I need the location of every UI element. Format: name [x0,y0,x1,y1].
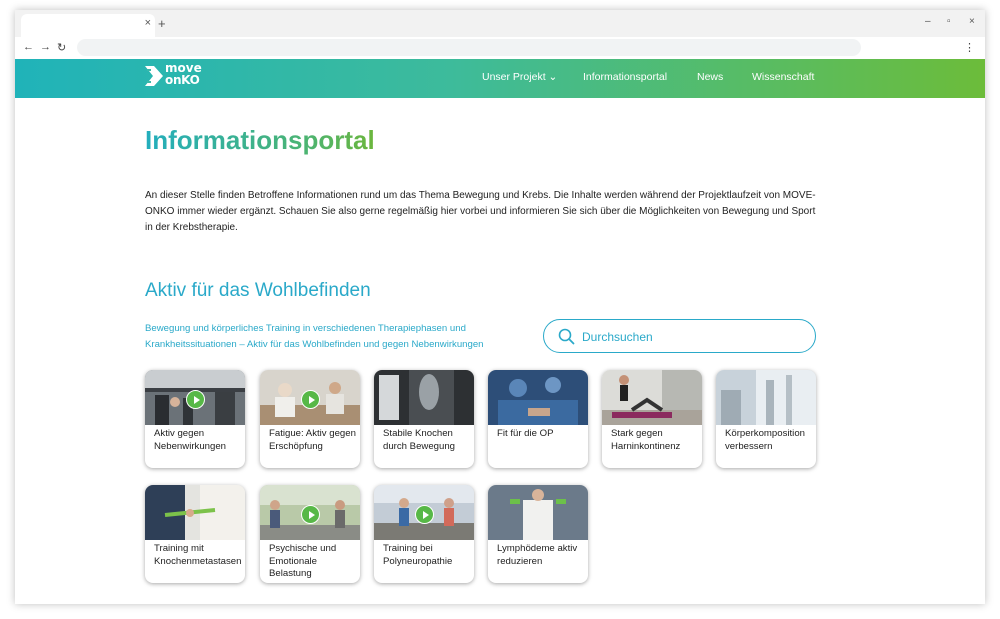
x-ray-image [374,370,474,425]
tab-strip: × + – ▫ × [15,10,985,37]
site-header: move onKO Unser Projekt ⌄ Informationspo… [15,59,985,98]
maximize-icon[interactable]: ▫ [947,16,951,27]
browser-tab[interactable]: × [21,14,155,37]
card-fatigue[interactable]: Fatigue: Aktiv gegen Erschöpfung [260,370,360,468]
card-aktiv-gegen-nebenwirkungen[interactable]: Aktiv gegen Nebenwirkungen [145,370,245,468]
play-video-icon[interactable] [301,390,320,409]
back-icon[interactable]: ← [23,41,34,53]
measurement-device-image [716,370,816,425]
card-label: Training bei Polyneuropathie [383,543,453,567]
card-polyneuropathie[interactable]: Training bei Polyneuropathie [374,485,474,583]
new-tab-icon[interactable]: + [158,16,166,31]
nav-news[interactable]: News [697,71,723,83]
intro-text: An dieser Stelle finden Betroffene Infor… [145,190,816,233]
url-input[interactable] [77,39,861,56]
minimize-icon[interactable]: – [925,16,931,27]
card-lymphoedeme[interactable]: Lymphödeme aktiv reduzieren [488,485,588,583]
card-psychische-belastung[interactable]: Psychische und Emotionale Belastung [260,485,360,583]
address-bar: ← → ↻ ⋮ [15,37,985,59]
card-harninkontinenz[interactable]: Stark gegen Harninkontinenz [602,370,702,468]
card-knochenmetastasen[interactable]: Training mit Knochenmetastasen [145,485,245,583]
card-label: Lymphödeme aktiv reduzieren [497,543,578,567]
nav-informationsportal[interactable]: Informationsportal [583,71,667,83]
card-koerperkomposition[interactable]: Körperkomposition verbessern [716,370,816,468]
tab-close-icon[interactable]: × [145,17,151,29]
card-fit-fuer-die-op[interactable]: Fit für die OP [488,370,588,468]
section-description: Bewegung und körperliches Training in ve… [145,323,484,350]
nav-wissenschaft[interactable]: Wissenschaft [752,71,814,83]
logo-arrow-icon [145,66,163,86]
nav-unser-projekt[interactable]: Unser Projekt ⌄ [482,71,557,83]
page-title: Informationsportal [145,125,375,155]
card-label: Stark gegen Harninkontinenz [611,428,681,452]
resistance-band-image [145,485,245,540]
card-stabile-knochen[interactable]: Stabile Knochen durch Bewegung [374,370,474,468]
surgery-image [488,370,588,425]
dumbbells-image [488,485,588,540]
browser-menu-icon[interactable]: ⋮ [964,41,975,54]
forward-icon[interactable]: → [40,41,51,53]
play-video-icon[interactable] [301,505,320,524]
pelvic-exercise-image [602,370,702,425]
card-label: Stabile Knochen durch Bewegung [383,428,456,452]
play-video-icon[interactable] [415,505,434,524]
card-label: Aktiv gegen Nebenwirkungen [154,428,226,452]
close-window-icon[interactable]: × [969,16,975,27]
card-label: Körperkomposition verbessern [725,428,805,452]
site-logo[interactable]: move onKO [145,62,215,89]
logo-text-bottom: onKO [165,73,200,87]
search-icon [558,328,575,345]
play-video-icon[interactable] [186,390,205,409]
search-placeholder: Durchsuchen [582,330,653,344]
card-label: Psychische und Emotionale Belastung [269,543,337,579]
card-label: Training mit Knochenmetastasen [154,543,242,567]
reload-icon[interactable]: ↻ [57,41,66,54]
browser-window: × + – ▫ × ← → ↻ ⋮ move onKO Unser Projek… [15,10,985,604]
search-input[interactable]: Durchsuchen [543,319,816,353]
card-label: Fit für die OP [497,428,554,439]
section-title: Aktiv für das Wohlbefinden [145,280,371,301]
card-label: Fatigue: Aktiv gegen Erschöpfung [269,428,356,452]
